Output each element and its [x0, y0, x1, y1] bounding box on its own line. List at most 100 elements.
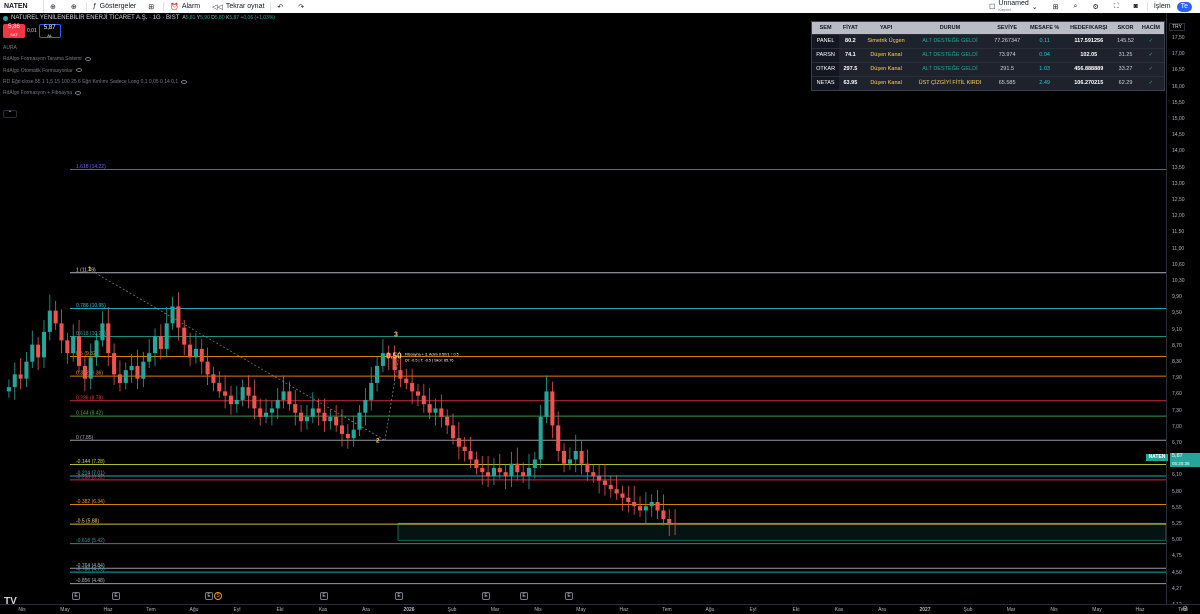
candle-body	[147, 353, 152, 362]
screenshot-button[interactable]: ◙	[1128, 0, 1147, 13]
sell-button[interactable]: 5,86 SAT	[3, 24, 25, 38]
add-symbol-button[interactable]: ⊕	[44, 0, 65, 13]
earnings-event-marker[interactable]: E	[205, 592, 213, 600]
price-tick-label: 17,50	[1172, 35, 1185, 41]
status-cell: ALT DESTEĞE GELDİ	[910, 33, 990, 48]
candle-body	[363, 399, 368, 413]
table-row: PANEL 80.2 Simetrik Üçgen ALT DESTEĞE GE…	[812, 33, 1164, 48]
time-tick-label: Mar	[1006, 607, 1016, 613]
layout-grid-button[interactable]: ⊞	[1047, 0, 1068, 13]
indicator-item[interactable]: RdAlgo Formasyon Tarama Sistemi	[3, 54, 275, 65]
candle-body	[193, 348, 198, 358]
time-tick-label: Ara	[878, 607, 886, 613]
replay-label: Tekrar oynat	[225, 3, 265, 10]
time-axis[interactable]: Nis May Haz Tem Ağu Eyl Eki Kas Ara 2026 Şub Mar Nis…	[0, 604, 1200, 614]
indicators-button[interactable]: ƒ Göstergeler	[87, 0, 142, 13]
currency-selector[interactable]: TRY	[1169, 23, 1185, 31]
collapse-legend-button[interactable]: ⌃	[3, 110, 17, 118]
eye-icon[interactable]	[181, 79, 188, 84]
sell-label: SAT	[10, 32, 18, 37]
quick-search-button[interactable]: ⌕	[1068, 0, 1087, 13]
trade-button[interactable]: İşlem Te	[1148, 0, 1200, 13]
wave-label-3: 3	[394, 331, 398, 338]
fullscreen-button[interactable]: ⛶	[1108, 0, 1128, 13]
alarm-button[interactable]: ⏰ Alarm	[164, 0, 206, 13]
price-chart[interactable]: 1.618 (14.22)1 (11.79)0.786 (10.95)0.618…	[0, 13, 1166, 604]
candle-body	[24, 361, 29, 379]
buy-button[interactable]: 5,87 AL	[38, 24, 61, 38]
redo-button[interactable]: ↷	[292, 0, 313, 13]
eye-icon[interactable]	[84, 56, 91, 61]
target-cell: 106.270215	[1064, 75, 1114, 90]
candle-body	[567, 459, 572, 464]
chevron-down-icon: ⌄	[1031, 3, 1038, 11]
replay-button[interactable]: ◁◁ Tekrar oynat	[206, 0, 270, 13]
templates-button[interactable]: ⊞	[142, 0, 163, 13]
symbol-cell: PARSN	[812, 47, 840, 62]
buy-label: AL	[47, 33, 53, 38]
table-row: OTKAR 297.5 Düşen Kanal ALT DESTEĞE GELD…	[812, 61, 1164, 76]
candle-body	[375, 365, 380, 383]
earnings-event-marker[interactable]: E	[520, 592, 528, 600]
time-tick-label: Ağu	[705, 607, 715, 613]
candle-body	[30, 344, 35, 362]
gear-icon[interactable]: ⚙	[1182, 605, 1188, 613]
candlestick-series	[6, 292, 678, 536]
target-cell: 102.05	[1064, 47, 1114, 62]
chevron-up-icon: ⌃	[7, 111, 13, 117]
undo-button[interactable]: ↶	[271, 0, 292, 13]
level-cell: 77.267347	[989, 33, 1025, 48]
low-value: 5,80	[214, 15, 225, 21]
earnings-event-marker[interactable]: E	[565, 592, 573, 600]
candle-body	[6, 387, 11, 392]
earnings-event-marker[interactable]: E	[72, 592, 80, 600]
time-tick-label: Nis	[1050, 607, 1058, 613]
compare-button[interactable]: ⊕	[65, 0, 86, 13]
candle-body	[269, 408, 274, 413]
sell-price: 5,86	[8, 24, 20, 30]
price-tick-label: 11,00	[1172, 245, 1185, 252]
dividend-event-marker[interactable]: S	[214, 592, 222, 600]
candle-body	[71, 336, 76, 354]
candle-body	[655, 501, 660, 511]
price-axis[interactable]: 17,50 17,00 16,50 16,00 15,50 15,00 14,50 14,00…	[1166, 13, 1200, 608]
candle-body	[497, 467, 502, 473]
time-tick-label: Nis	[18, 607, 26, 613]
eye-icon[interactable]	[75, 90, 82, 95]
earnings-event-marker[interactable]: E	[112, 592, 120, 600]
tradingview-logo[interactable]: TV	[4, 596, 17, 604]
earnings-event-marker[interactable]: E	[395, 592, 403, 600]
indicator-item[interactable]: RdAlgo Otomatik Formasyonlar	[3, 66, 275, 77]
earnings-event-marker[interactable]: E	[482, 592, 490, 600]
candle-body	[573, 450, 578, 460]
candle-body	[316, 408, 321, 413]
indicator-item[interactable]: AURA	[3, 43, 275, 54]
indicator-item[interactable]: RdAlgo Formasyon + Fiboayna	[3, 88, 275, 99]
earnings-event-marker[interactable]: E	[320, 592, 328, 600]
screener-grid: SEM FİYAT YAPI DURUM SEVİYE MESAFE % HED…	[812, 22, 1164, 90]
legend-title-row: NATUREL YENİLENEBİLİR ENERJİ TİCARET A.Ş…	[3, 15, 275, 21]
candle-body	[480, 467, 485, 473]
candle-body	[614, 489, 619, 494]
legend-title[interactable]: NATUREL YENİLENEBİLİR ENERJİ TİCARET A.Ş…	[11, 15, 179, 21]
symbol-search-button[interactable]: NATEN	[0, 0, 44, 13]
fib-level-label: 0.236 (8.78)	[76, 395, 103, 401]
time-tick-label: Haz	[619, 607, 629, 613]
layout-button[interactable]: ☐ Unnamed Kaydet ⌄	[983, 0, 1047, 13]
distance-cell: 0.11	[1024, 33, 1065, 48]
chart-area[interactable]: 1.618 (14.22) 1 (11.79) 0.786 (10.95) 0.618…	[0, 13, 1166, 604]
fib-mid-label: 0.50	[386, 352, 402, 361]
camera-icon: ◙	[1133, 3, 1138, 10]
candle-body	[18, 374, 23, 379]
eye-icon[interactable]	[75, 68, 82, 73]
indicator-item[interactable]: RD Eğri close 55 1 1,5 15 100 25 6 Eğri …	[3, 77, 275, 88]
candle-body	[82, 365, 87, 379]
fib-level-label: 1 (11.79)	[76, 267, 96, 273]
screener-header-row: SEM FİYAT YAPI DURUM SEVİYE MESAFE % HED…	[812, 22, 1164, 34]
price-tick-label: 10,30	[1172, 278, 1185, 284]
status-cell: ÜST ÇİZGİYİ FİTİL KIRDI	[910, 75, 990, 90]
level-cell: 291.5	[989, 61, 1025, 76]
price-tick-label: 13,00	[1172, 180, 1185, 187]
fib-level-label: 0.144 (8.42)	[76, 411, 103, 417]
settings-button[interactable]: ⚙	[1086, 0, 1107, 13]
